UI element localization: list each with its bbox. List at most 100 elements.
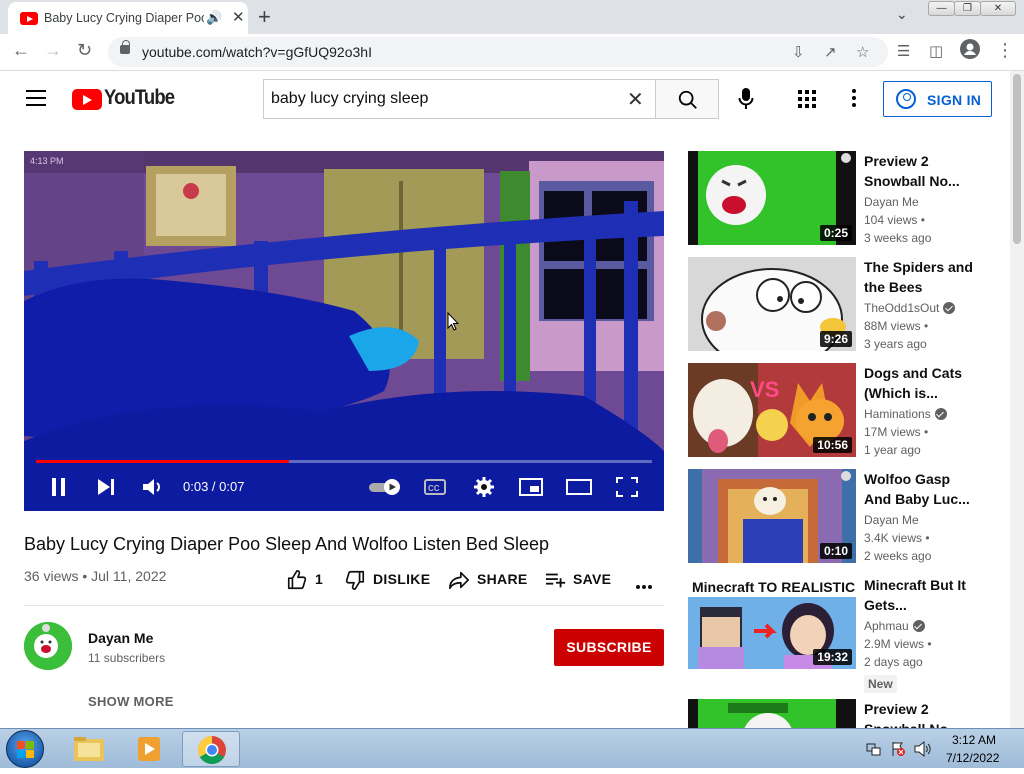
video-thumbnail[interactable]: 0:25 [688, 151, 856, 245]
action-center-flag-icon[interactable] [890, 741, 906, 762]
close-window-button[interactable]: ✕ [980, 1, 1016, 16]
search-button[interactable] [655, 79, 719, 119]
video-thumbnail[interactable]: 9:26 [688, 257, 856, 351]
more-actions-icon[interactable] [635, 577, 653, 593]
media-control-icon[interactable]: ☰ [897, 42, 910, 60]
autoplay-toggle[interactable] [368, 478, 402, 501]
video-thumbnail[interactable]: 0:10 [688, 469, 856, 563]
clear-search-icon[interactable]: ✕ [627, 87, 644, 112]
sign-in-label: SIGN IN [927, 92, 982, 108]
video-thumbnail[interactable]: Minecraft TO REALISTIC 19:32 [688, 575, 856, 669]
channel-avatar[interactable] [24, 622, 72, 670]
bookmark-star-icon[interactable]: ☆ [856, 43, 869, 61]
subscribe-button[interactable]: SUBSCRIBE [554, 629, 664, 666]
settings-more-icon[interactable] [852, 89, 856, 107]
minimize-button[interactable]: — [928, 1, 955, 16]
tab-audio-icon[interactable]: 🔊 [206, 10, 222, 26]
show-more-button[interactable]: SHOW MORE [88, 694, 174, 709]
profile-avatar-icon[interactable] [960, 39, 980, 64]
recommendation-title[interactable]: Minecraft But It Gets... [864, 575, 974, 615]
youtube-logo-text[interactable]: YouTube [104, 86, 175, 110]
dislike-button[interactable]: DISLIKE [373, 571, 430, 587]
chrome-taskbar-icon[interactable] [182, 731, 240, 767]
recommendation-title[interactable]: Dogs and Cats (Which is... [864, 363, 974, 403]
recommendation-channel[interactable]: Dayan Me [864, 195, 919, 209]
dislike-icon[interactable] [344, 569, 366, 594]
search-input[interactable]: baby lucy crying sleep [271, 90, 428, 108]
recommendation-age: 3 weeks ago [864, 231, 932, 245]
recommendation-item[interactable]: VS 10:56 Dogs and Cats (Which is... Hami… [688, 363, 988, 459]
url-text[interactable]: youtube.com/watch?v=gGfUQ92o3hI [142, 44, 372, 60]
recommendation-item[interactable]: 0:25 Preview 2 Snowball No... Dayan Me 1… [688, 151, 988, 247]
share-button[interactable]: SHARE [477, 571, 528, 587]
tab-search-chevron-icon[interactable]: ⌄ [896, 6, 908, 23]
recommendation-channel[interactable]: Aphmau [864, 619, 925, 633]
video-duration: 0:10 [819, 543, 852, 559]
volume-icon[interactable] [142, 477, 164, 502]
search-box[interactable]: baby lucy crying sleep ✕ [263, 79, 656, 119]
pause-icon[interactable] [50, 477, 68, 502]
captions-icon[interactable]: CC [424, 479, 446, 500]
recommendation-title[interactable]: Wolfoo Gasp And Baby Luc... [864, 469, 974, 509]
recommendation-channel[interactable]: Dayan Me [864, 513, 919, 527]
recommendation-item[interactable]: Preview 2 Snowball No... [688, 699, 988, 728]
maximize-button[interactable]: ❐ [954, 1, 981, 16]
svg-text:Minecraft TO REALISTIC: Minecraft TO REALISTIC [692, 579, 855, 595]
theater-mode-icon[interactable] [566, 479, 592, 500]
video-title: Baby Lucy Crying Diaper Poo Sleep And Wo… [24, 534, 549, 554]
miniplayer-icon[interactable] [519, 478, 543, 501]
like-icon[interactable] [286, 569, 308, 594]
recommendation-channel[interactable]: Haminations [864, 407, 947, 421]
recommendation-item[interactable]: 9:26 The Spiders and the Bees TheOdd1sOu… [688, 257, 988, 353]
video-player[interactable]: 4:13 PM 0:03 / 0:07 CC [24, 151, 664, 511]
tab-close-icon[interactable]: ✕ [232, 8, 245, 26]
recommendation-item[interactable]: Minecraft TO REALISTIC 19:32 Minecraft B… [688, 575, 988, 695]
recommendation-title[interactable]: The Spiders and the Bees [864, 257, 974, 297]
new-tab-button[interactable]: + [258, 4, 271, 30]
settings-gear-icon[interactable] [473, 476, 495, 503]
new-badge: New [864, 675, 897, 693]
share-icon[interactable]: ↗ [824, 43, 837, 61]
side-panel-icon[interactable]: ◫ [929, 42, 943, 60]
recommendation-channel[interactable]: TheOdd1sOut [864, 301, 956, 315]
forward-arrow-icon[interactable]: → [44, 40, 62, 61]
video-thumbnail[interactable]: VS 10:56 [688, 363, 856, 457]
menu-hamburger-icon[interactable] [26, 90, 46, 106]
sign-in-button[interactable]: SIGN IN [883, 81, 992, 117]
media-player-icon[interactable] [120, 731, 178, 767]
clock-date[interactable]: 7/12/2022 [946, 751, 999, 765]
microphone-icon[interactable] [738, 87, 754, 116]
save-playlist-icon[interactable] [545, 569, 567, 594]
recommendation-age: 2 weeks ago [864, 549, 932, 563]
lock-icon[interactable] [120, 40, 130, 54]
recommendation-views: 2.9M views • [864, 637, 932, 651]
file-explorer-icon[interactable] [60, 731, 118, 767]
clock-time[interactable]: 3:12 AM [952, 733, 996, 747]
divider [24, 605, 664, 606]
recommendation-title[interactable]: Preview 2 Snowball No... [864, 699, 974, 728]
progress-bar[interactable] [36, 460, 652, 463]
youtube-logo-icon[interactable] [72, 89, 102, 110]
scrollbar-thumb[interactable] [1013, 74, 1021, 244]
network-icon[interactable] [866, 741, 882, 762]
address-bar[interactable]: youtube.com/watch?v=gGfUQ92o3hI ⇩ ↗ ☆ [108, 37, 888, 67]
volume-tray-icon[interactable] [914, 740, 932, 762]
recommendation-item[interactable]: 0:10 Wolfoo Gasp And Baby Luc... Dayan M… [688, 469, 988, 565]
recommendation-title[interactable]: Preview 2 Snowball No... [864, 151, 974, 191]
back-arrow-icon[interactable]: ← [12, 40, 30, 61]
browser-tab[interactable]: Baby Lucy Crying Diaper Poo Sleep And Wo… [8, 2, 248, 34]
install-icon[interactable]: ⇩ [792, 43, 805, 61]
start-button[interactable] [6, 730, 44, 768]
fullscreen-icon[interactable] [616, 477, 638, 502]
chrome-menu-icon[interactable]: ⋮ [996, 40, 1014, 61]
video-thumbnail[interactable] [688, 699, 856, 728]
page-scrollbar[interactable] [1010, 71, 1024, 728]
share-arrow-icon[interactable] [448, 569, 470, 594]
next-icon[interactable] [96, 478, 116, 501]
save-button[interactable]: SAVE [573, 571, 611, 587]
recommendation-views: 104 views • [864, 213, 925, 227]
apps-grid-icon[interactable] [798, 90, 816, 108]
reload-icon[interactable]: ↻ [77, 40, 92, 61]
like-count[interactable]: 1 [315, 571, 323, 587]
channel-name[interactable]: Dayan Me [88, 630, 153, 646]
